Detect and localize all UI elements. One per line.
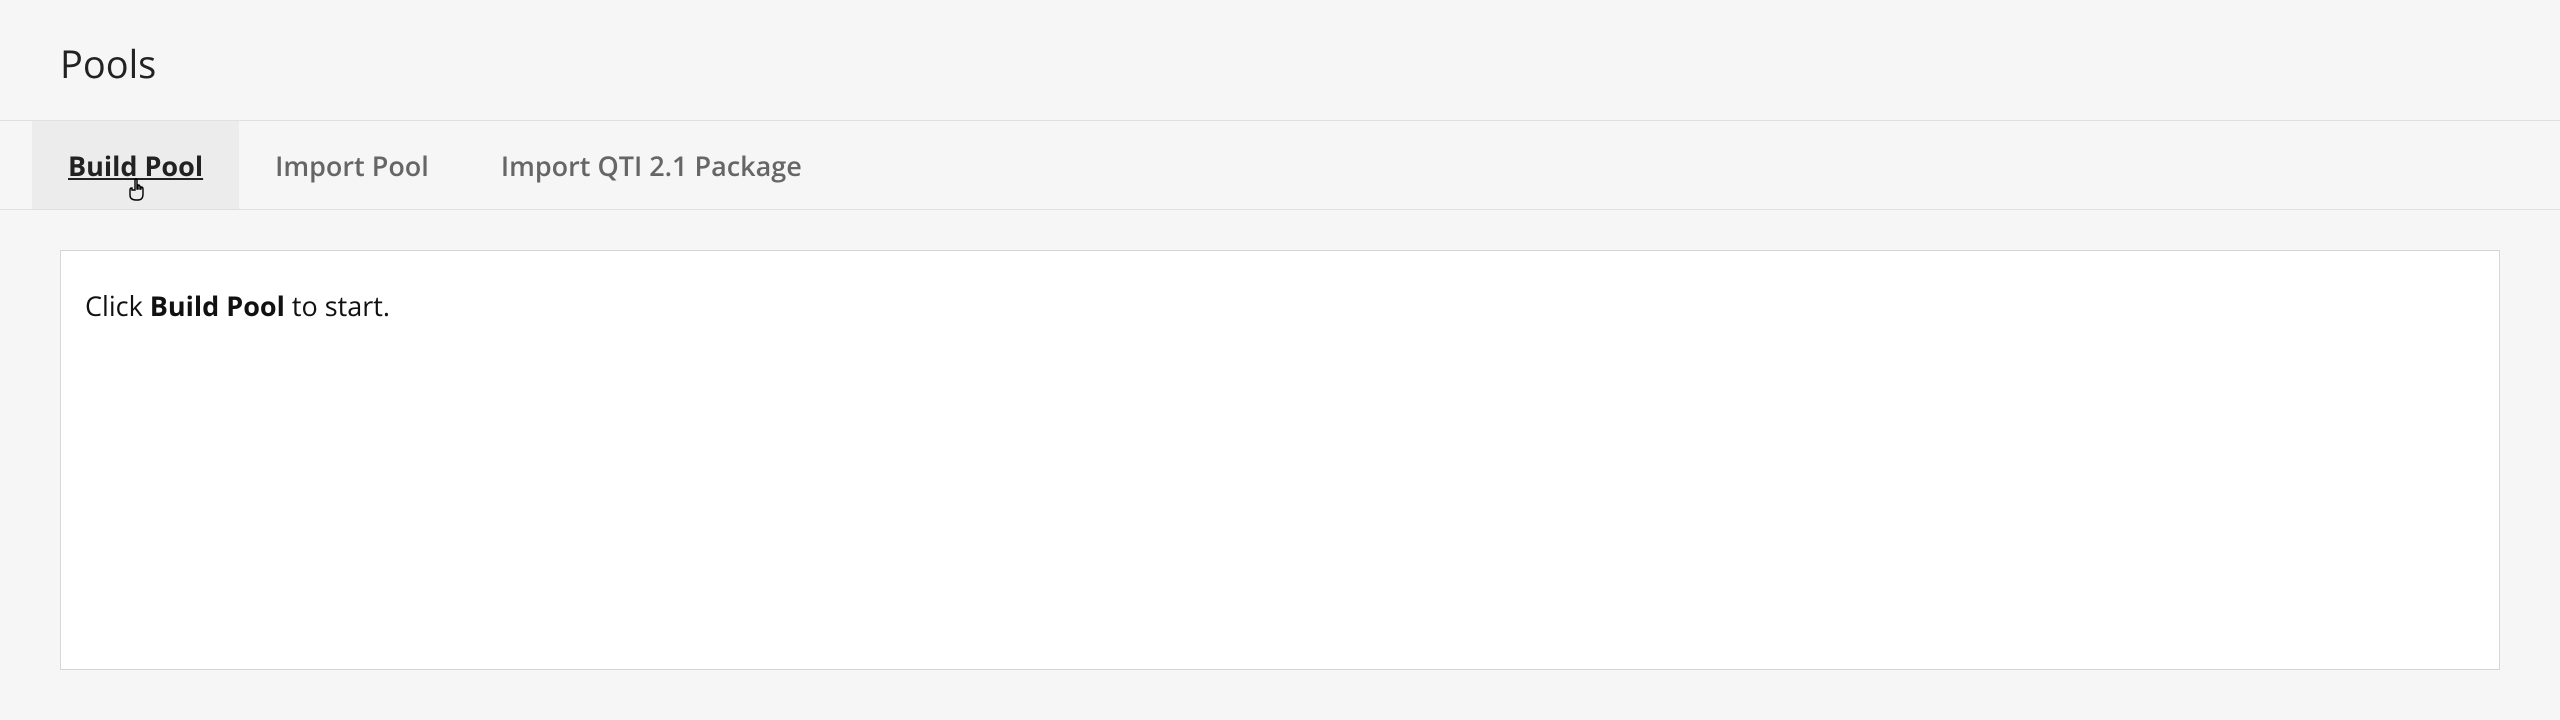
import-qti-label: Import QTI 2.1 Package [501,147,802,184]
page-title: Pools [60,38,2560,90]
instruction-suffix: to start. [285,287,390,324]
instruction-bold: Build Pool [150,287,285,324]
build-pool-button[interactable]: Build Pool [32,121,239,209]
content-panel: Click Build Pool to start. [60,250,2500,670]
page-header: Pools [0,0,2560,120]
toolbar: Build Pool Import Pool Import QTI 2.1 Pa… [0,120,2560,210]
import-pool-button[interactable]: Import Pool [239,121,465,209]
build-pool-label: Build Pool [68,147,203,184]
import-qti-package-button[interactable]: Import QTI 2.1 Package [465,121,838,209]
instruction-prefix: Click [85,287,150,324]
content-area: Click Build Pool to start. [0,210,2560,670]
import-pool-label: Import Pool [275,147,429,184]
instruction-text: Click Build Pool to start. [85,287,2475,324]
